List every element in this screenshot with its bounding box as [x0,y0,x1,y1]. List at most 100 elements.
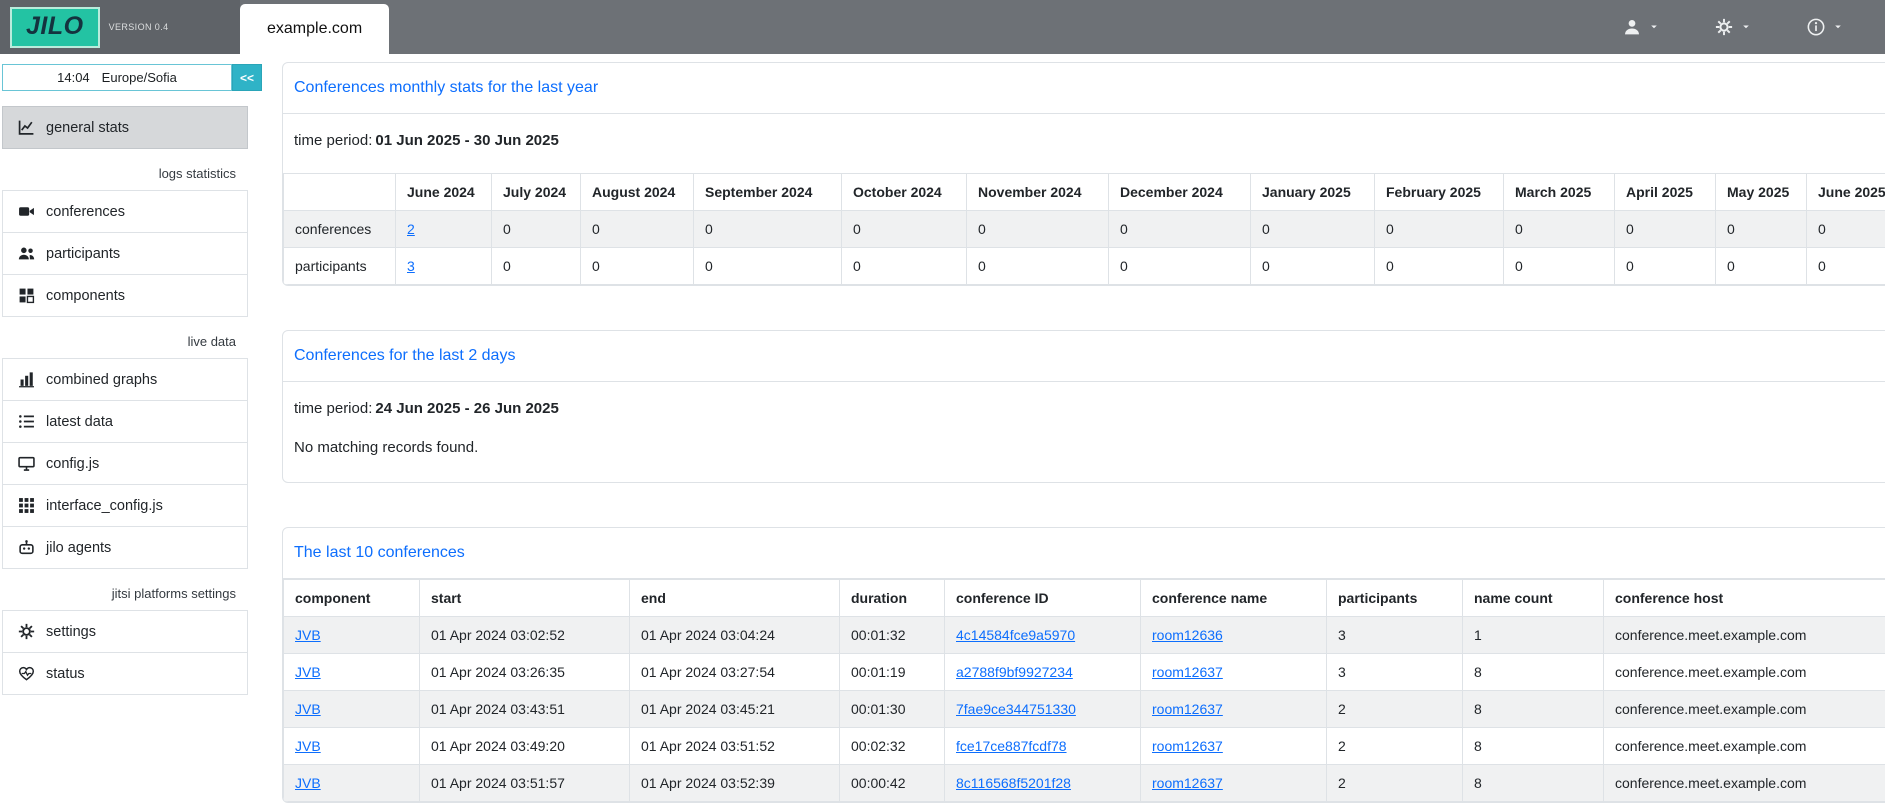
sidebar-item-interface-config-js[interactable]: interface_config.js [2,484,248,527]
sidebar-item-status[interactable]: status [2,652,248,695]
month-value-cell: 0 [1807,211,1885,248]
month-value-cell: 0 [581,248,694,285]
month-column-header: November 2024 [967,174,1109,211]
settings-menu[interactable] [1715,18,1751,36]
cell-duration: 00:00:42 [840,765,945,802]
column-header-component: component [284,580,420,617]
cell-end: 01 Apr 2024 03:45:21 [630,691,840,728]
sidebar-item-label: jilo agents [46,540,111,556]
cell-end: 01 Apr 2024 03:51:52 [630,728,840,765]
info-icon [1807,18,1825,36]
month-column-header: March 2025 [1504,174,1615,211]
bar-chart-icon [18,371,35,388]
info-menu[interactable] [1807,18,1843,36]
sidebar-item-label: status [46,666,85,682]
cell-component: JVB [284,728,420,765]
conference_id-link[interactable]: 4c14584fce9a5970 [956,627,1075,643]
component-link[interactable]: JVB [295,627,321,643]
month-value-cell: 0 [967,248,1109,285]
month-value-cell: 0 [1251,211,1375,248]
month-column-header: August 2024 [581,174,694,211]
conference_id-link[interactable]: 8c116568f5201f28 [956,775,1071,791]
conference_name-link[interactable]: room12637 [1152,775,1223,791]
component-link[interactable]: JVB [295,738,321,754]
cell-start: 01 Apr 2024 03:02:52 [420,617,630,654]
last-conferences-table: componentstartenddurationconference IDco… [283,579,1885,802]
sidebar-item-general-stats[interactable]: general stats [2,106,248,149]
cell-conference_id: 4c14584fce9a5970 [945,617,1141,654]
time-period: time period:24 Jun 2025 - 26 Jun 2025 [283,400,1885,417]
month-value-cell: 3 [396,248,492,285]
sidebar-item-settings[interactable]: settings [2,610,248,653]
component-link[interactable]: JVB [295,775,321,791]
month-value-cell: 0 [1716,211,1807,248]
last-conferences-card-title: The last 10 conferences [283,528,1885,579]
conference_id-link[interactable]: a2788f9bf9927234 [956,664,1073,680]
cell-conference_name: room12637 [1141,691,1327,728]
sidebar-item-latest-data[interactable]: latest data [2,400,248,443]
cell-conference_name: room12636 [1141,617,1327,654]
sidebar-item-label: combined graphs [46,372,157,388]
conference_name-link[interactable]: room12636 [1152,627,1223,643]
month-column-header: February 2025 [1375,174,1504,211]
participants-month-link[interactable]: 3 [407,258,415,274]
sidebar-item-config-js[interactable]: config.js [2,442,248,485]
month-value-cell: 0 [1807,248,1885,285]
month-value-cell: 0 [1375,211,1504,248]
month-value-cell: 0 [1375,248,1504,285]
clock: 14:04 Europe/Sofia [2,64,232,91]
month-value-cell: 0 [694,248,842,285]
sidebar-item-conferences[interactable]: conferences [2,190,248,233]
platform-tab-example-com[interactable]: example.com [240,4,389,54]
user-menu[interactable] [1623,18,1659,36]
cell-name_count: 1 [1463,617,1604,654]
component-link[interactable]: JVB [295,701,321,717]
top-bar: JILO VERSION 0.4 example.com [0,0,1885,54]
table-row: JVB01 Apr 2024 03:49:2001 Apr 2024 03:51… [284,728,1885,765]
sidebar-menu: general statslogs statisticsconferencesp… [2,106,262,695]
sidebar-item-jilo-agents[interactable]: jilo agents [2,526,248,569]
row-label: conferences [284,211,396,248]
month-value-cell: 0 [842,211,967,248]
component-link[interactable]: JVB [295,664,321,680]
month-column-header: May 2025 [1716,174,1807,211]
time-period: time period:01 Jun 2025 - 30 Jun 2025 [283,132,1885,149]
conference_id-link[interactable]: fce17ce887fcdf78 [956,738,1067,754]
sidebar-section-label: jitsi platforms settings [2,569,262,611]
conference_name-link[interactable]: room12637 [1152,738,1223,754]
cell-conference_host: conference.meet.example.com [1604,617,1885,654]
cell-participants: 2 [1327,691,1463,728]
month-column-header: October 2024 [842,174,967,211]
sidebar-item-components[interactable]: components [2,274,248,317]
month-value-cell: 0 [1251,248,1375,285]
table-row: JVB01 Apr 2024 03:02:5201 Apr 2024 03:04… [284,617,1885,654]
column-header-end: end [630,580,840,617]
cell-end: 01 Apr 2024 03:52:39 [630,765,840,802]
page-layout: 14:04 Europe/Sofia << general statslogs … [0,54,1885,809]
month-value-cell: 0 [967,211,1109,248]
sidebar-item-combined-graphs[interactable]: combined graphs [2,358,248,401]
column-header-conference_id: conference ID [945,580,1141,617]
cell-component: JVB [284,617,420,654]
users-icon [18,245,35,262]
conferences-month-link[interactable]: 2 [407,221,415,237]
list-icon [18,413,35,430]
time-period-value: 01 Jun 2025 - 30 Jun 2025 [375,132,558,149]
conference_id-link[interactable]: 7fae9ce344751330 [956,701,1076,717]
sidebar-collapse-button[interactable]: << [232,64,262,91]
sidebar-item-label: settings [46,624,96,640]
cell-conference_id: a2788f9bf9927234 [945,654,1141,691]
month-value-cell: 0 [694,211,842,248]
sidebar-item-label: latest data [46,414,113,430]
cell-conference_id: fce17ce887fcdf78 [945,728,1141,765]
jilo-logo[interactable]: JILO [10,7,100,48]
cell-name_count: 8 [1463,654,1604,691]
conference_name-link[interactable]: room12637 [1152,664,1223,680]
cell-duration: 00:01:32 [840,617,945,654]
cell-duration: 00:02:32 [840,728,945,765]
cell-participants: 2 [1327,765,1463,802]
time-period-value: 24 Jun 2025 - 26 Jun 2025 [375,400,558,417]
sidebar-item-label: conferences [46,204,125,220]
conference_name-link[interactable]: room12637 [1152,701,1223,717]
sidebar-item-participants[interactable]: participants [2,232,248,275]
